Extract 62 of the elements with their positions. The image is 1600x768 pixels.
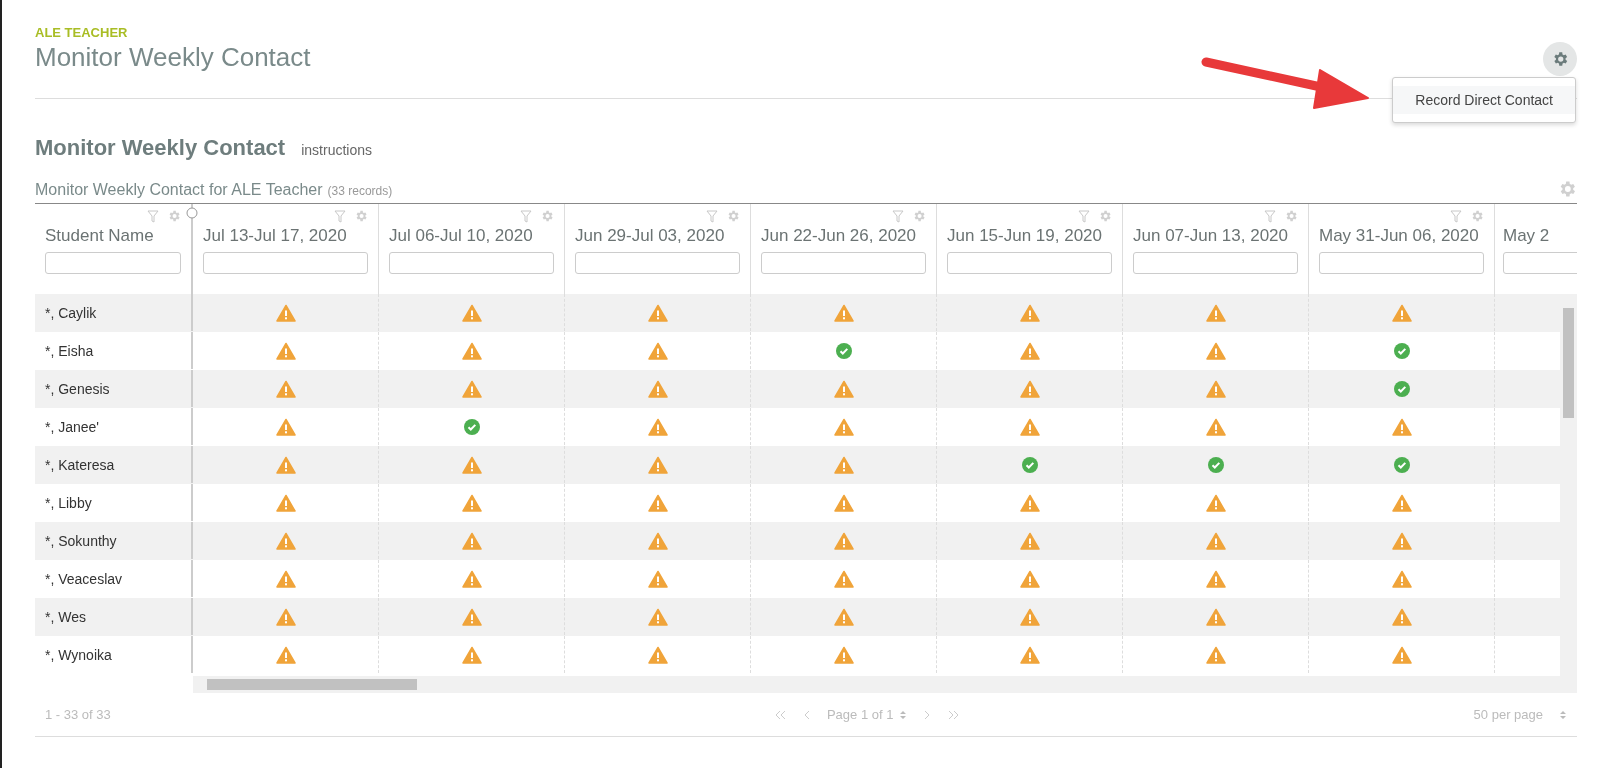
column-header[interactable]: Jun 07-Jun 13, 2020 bbox=[1133, 226, 1298, 246]
filter-field[interactable] bbox=[389, 252, 554, 274]
filter-icon[interactable] bbox=[147, 209, 159, 223]
student-name: *, Libby bbox=[45, 494, 92, 511]
filter-field[interactable] bbox=[203, 252, 368, 274]
column-header[interactable]: Jun 29-Jul 03, 2020 bbox=[575, 226, 740, 246]
vertical-scrollbar[interactable] bbox=[1560, 294, 1577, 676]
column-header[interactable]: Jul 06-Jul 10, 2020 bbox=[389, 226, 554, 246]
filter-field[interactable] bbox=[1319, 252, 1484, 274]
sort-icon[interactable] bbox=[899, 709, 908, 720]
settings-icon[interactable] bbox=[167, 209, 181, 223]
column-header[interactable]: May 2 bbox=[1503, 226, 1577, 246]
next-page-icon[interactable] bbox=[923, 709, 932, 720]
menu-item[interactable]: Record Direct Contact bbox=[1393, 86, 1575, 114]
column-header[interactable]: Jul 13-Jul 17, 2020 bbox=[203, 226, 368, 246]
filter-field[interactable] bbox=[1503, 252, 1577, 274]
student-name: *, Genesis bbox=[45, 380, 110, 397]
section-label: ALE TEACHER bbox=[35, 24, 129, 40]
settings-icon[interactable] bbox=[1098, 209, 1112, 223]
settings-icon[interactable] bbox=[726, 209, 740, 223]
student-name: *, Wes bbox=[45, 608, 86, 625]
settings-icon[interactable] bbox=[1284, 209, 1298, 223]
previous-page-icon[interactable] bbox=[802, 709, 811, 720]
student-name: *, Wynoika bbox=[45, 646, 112, 663]
last-page-icon[interactable] bbox=[947, 709, 960, 720]
filter-field[interactable] bbox=[45, 252, 181, 274]
student-name: *, Janee' bbox=[45, 418, 100, 435]
student-name: *, Eisha bbox=[45, 342, 94, 359]
column-header[interactable]: Jun 22-Jun 26, 2020 bbox=[761, 226, 926, 246]
student-name: *, Caylik bbox=[45, 304, 97, 321]
column-header[interactable]: Jun 15-Jun 19, 2020 bbox=[947, 226, 1112, 246]
record-range: 1 - 33 of 33 bbox=[45, 707, 111, 722]
column-header[interactable]: Student Name bbox=[45, 226, 181, 246]
filter-field[interactable] bbox=[947, 252, 1112, 274]
settings-icon[interactable] bbox=[354, 209, 368, 223]
student-name: *, Sokunthy bbox=[45, 532, 117, 549]
settings-icon[interactable] bbox=[1470, 209, 1484, 223]
record-count: (33 records) bbox=[327, 184, 393, 198]
filter-field[interactable] bbox=[575, 252, 740, 274]
filter-icon[interactable] bbox=[334, 209, 346, 223]
filter-icon[interactable] bbox=[1078, 209, 1090, 223]
filter-icon[interactable] bbox=[892, 209, 904, 223]
filter-icon[interactable] bbox=[1450, 209, 1462, 223]
filter-field[interactable] bbox=[1133, 252, 1298, 274]
sort-icon[interactable] bbox=[1559, 709, 1567, 720]
grid-title: Monitor Weekly Contact for ALE Teacher bbox=[35, 181, 323, 199]
settings-button[interactable] bbox=[1543, 42, 1577, 76]
column-header[interactable]: May 31-Jun 06, 2020 bbox=[1319, 226, 1484, 246]
filter-icon[interactable] bbox=[706, 209, 718, 223]
filter-icon[interactable] bbox=[520, 209, 532, 223]
section-heading: Monitor Weekly Contact bbox=[35, 135, 286, 161]
settings-icon[interactable] bbox=[912, 209, 926, 223]
student-name: *, Veaceslav bbox=[45, 570, 123, 587]
filter-icon[interactable] bbox=[1264, 209, 1276, 223]
resize-handle[interactable] bbox=[186, 207, 198, 219]
first-page-icon[interactable] bbox=[774, 709, 787, 720]
page-title: Monitor Weekly Contact bbox=[35, 42, 311, 73]
settings-icon[interactable] bbox=[540, 209, 554, 223]
instructions-link[interactable]: instructions bbox=[301, 142, 372, 158]
filter-field[interactable] bbox=[761, 252, 926, 274]
student-name: *, Kateresa bbox=[45, 456, 115, 473]
horizontal-scrollbar[interactable] bbox=[193, 676, 1577, 693]
